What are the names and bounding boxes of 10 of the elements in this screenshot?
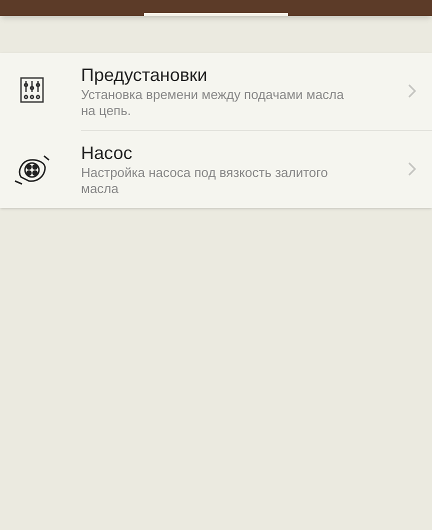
chevron-right-icon	[408, 162, 416, 176]
sliders-icon	[20, 77, 44, 103]
item-title: Предустановки	[81, 64, 208, 87]
settings-item[interactable]: Насос Настройка насоса под вязкость залитого масла	[0, 131, 432, 208]
settings-item[interactable]: Предустановки Установка времени между подачами масла на цепь.	[0, 53, 432, 130]
chevron-right-icon	[408, 84, 416, 98]
item-description: Настройка насоса под вязкость залитого масла	[81, 165, 329, 197]
item-title: Насос	[81, 142, 134, 165]
item-description: Установка времени между подачами масла на цепь.	[81, 87, 345, 119]
pump-icon	[12, 155, 50, 185]
